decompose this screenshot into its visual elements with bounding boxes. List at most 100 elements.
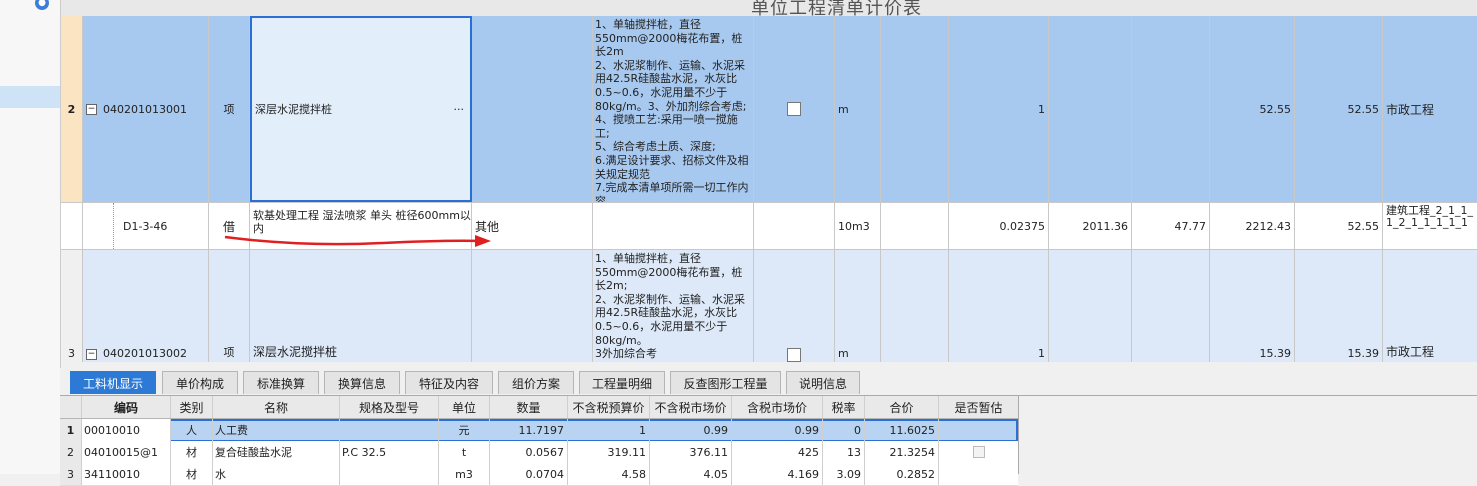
total-cell[interactable]: 0.2852 bbox=[865, 463, 939, 485]
code-cell[interactable]: D1-3-46 bbox=[83, 203, 209, 249]
expr-cell[interactable] bbox=[881, 250, 949, 362]
taxed-market-price-cell[interactable]: 4.169 bbox=[732, 463, 823, 485]
category-cell[interactable]: 市政工程 bbox=[1383, 16, 1477, 202]
row-number[interactable]: 2 bbox=[60, 441, 82, 463]
code-cell[interactable]: 04010015@1 bbox=[82, 441, 171, 463]
code-cell[interactable]: 00010010 bbox=[82, 419, 171, 441]
more-icon[interactable]: ··· bbox=[454, 103, 465, 116]
tax-rate-cell[interactable]: 13 bbox=[823, 441, 865, 463]
table-row[interactable]: 3 34110010 材 水 m3 0.0704 4.58 4.05 4.169… bbox=[60, 463, 1018, 486]
header-taxed-market-price[interactable]: 含税市场价 bbox=[732, 396, 823, 418]
type-cell[interactable]: 项 bbox=[209, 250, 250, 362]
table-row[interactable]: 2 − 040201013001 项 深层水泥搅拌桩 ··· 1、单轴搅拌桩，直… bbox=[61, 16, 1477, 203]
pretax-budget-price-cell[interactable]: 1 bbox=[568, 419, 650, 441]
unit-cell[interactable]: t bbox=[439, 441, 490, 463]
header-unit[interactable]: 单位 bbox=[439, 396, 490, 418]
table-row[interactable]: 2 04010015@1 材 复合硅酸盐水泥 P.C 32.5 t 0.0567… bbox=[60, 441, 1018, 464]
header-pretax-market-price[interactable]: 不含税市场价 bbox=[650, 396, 732, 418]
tab-conversion-info[interactable]: 换算信息 bbox=[324, 371, 400, 394]
unit-cell[interactable]: 10m3 bbox=[835, 203, 881, 249]
category-cell[interactable]: 材 bbox=[171, 441, 213, 463]
description-cell[interactable]: 1、单轴搅拌桩，直径550mm@2000梅花布置，桩长2m; 2、水泥浆制作、运… bbox=[593, 250, 754, 362]
unit-price-cell[interactable]: 15.39 bbox=[1210, 250, 1295, 362]
spec-cell[interactable] bbox=[340, 419, 439, 441]
type-cell[interactable]: 项 bbox=[209, 16, 250, 202]
provisional-checkbox[interactable] bbox=[972, 446, 985, 458]
price-a-cell[interactable]: 2011.36 bbox=[1049, 203, 1132, 249]
header-quantity[interactable]: 数量 bbox=[490, 396, 568, 418]
info-icon[interactable]: ● bbox=[35, 0, 49, 10]
category-cell[interactable]: 材 bbox=[171, 463, 213, 485]
row-number[interactable] bbox=[61, 203, 83, 249]
code-cell[interactable]: 34110010 bbox=[82, 463, 171, 485]
tab-standard-conversion[interactable]: 标准换算 bbox=[243, 371, 319, 394]
checkbox[interactable] bbox=[787, 348, 801, 362]
checkbox[interactable] bbox=[787, 102, 801, 116]
taxed-market-price-cell[interactable]: 0.99 bbox=[732, 419, 823, 441]
code-cell[interactable]: − 040201013002 bbox=[83, 250, 209, 362]
tax-rate-cell[interactable]: 3.09 bbox=[823, 463, 865, 485]
header-total[interactable]: 合价 bbox=[865, 396, 939, 418]
tab-reverse-graphic-quantity[interactable]: 反查图形工程量 bbox=[670, 371, 781, 394]
expr-cell[interactable] bbox=[881, 203, 949, 249]
collapse-icon[interactable]: − bbox=[86, 349, 97, 360]
pretax-budget-price-cell[interactable]: 319.11 bbox=[568, 441, 650, 463]
pretax-budget-price-cell[interactable]: 4.58 bbox=[568, 463, 650, 485]
total-cell[interactable]: 15.39 bbox=[1295, 250, 1383, 362]
name-cell[interactable]: 深层水泥搅拌桩 ··· bbox=[250, 16, 472, 202]
description-cell[interactable] bbox=[593, 203, 754, 249]
header-tax-rate[interactable]: 税率 bbox=[823, 396, 865, 418]
row-number[interactable]: 1 bbox=[60, 419, 82, 441]
quantity-cell[interactable]: 1 bbox=[949, 250, 1049, 362]
name-cell[interactable]: 人工费 bbox=[213, 419, 340, 441]
table-row[interactable]: 3 − 040201013002 项 深层水泥搅拌桩 1、单轴搅拌桩，直径550… bbox=[61, 250, 1477, 362]
description-cell[interactable]: 1、单轴搅拌桩，直径550mm@2000梅花布置，桩长2m 2、水泥浆制作、运输… bbox=[593, 16, 754, 202]
price-b-cell[interactable] bbox=[1132, 16, 1210, 202]
header-spec[interactable]: 规格及型号 bbox=[340, 396, 439, 418]
tax-rate-cell[interactable]: 0 bbox=[823, 419, 865, 441]
header-pretax-budget-price[interactable]: 不含税预算价 bbox=[568, 396, 650, 418]
taxed-market-price-cell[interactable]: 425 bbox=[732, 441, 823, 463]
code-cell[interactable]: − 040201013001 bbox=[83, 16, 209, 202]
spec-cell[interactable] bbox=[340, 463, 439, 485]
category-cell[interactable]: 建筑工程_2_1_1_1_2_1_1_1_1_1 bbox=[1383, 203, 1477, 249]
unit-price-cell[interactable]: 2212.43 bbox=[1210, 203, 1295, 249]
expr-cell[interactable] bbox=[881, 16, 949, 202]
unit-price-cell[interactable]: 52.55 bbox=[1210, 16, 1295, 202]
header-name[interactable]: 名称 bbox=[213, 396, 340, 418]
name-cell[interactable]: 深层水泥搅拌桩 bbox=[250, 250, 472, 362]
row-number[interactable]: 2 bbox=[61, 16, 83, 202]
tab-unit-price-composition[interactable]: 单价构成 bbox=[162, 371, 238, 394]
pretax-market-price-cell[interactable]: 376.11 bbox=[650, 441, 732, 463]
header-category[interactable]: 类别 bbox=[171, 396, 213, 418]
tab-description-info[interactable]: 说明信息 bbox=[786, 371, 860, 394]
spec-cell[interactable]: P.C 32.5 bbox=[340, 441, 439, 463]
quantity-cell[interactable]: 1 bbox=[949, 16, 1049, 202]
tab-labor-material[interactable]: 工料机显示 bbox=[70, 371, 156, 394]
unit-cell[interactable]: m3 bbox=[439, 463, 490, 485]
pretax-market-price-cell[interactable]: 4.05 bbox=[650, 463, 732, 485]
category-cell[interactable]: 人 bbox=[171, 419, 213, 441]
quantity-cell[interactable]: 11.7197 bbox=[490, 419, 568, 441]
quantity-cell[interactable]: 0.0704 bbox=[490, 463, 568, 485]
total-cell[interactable]: 21.3254 bbox=[865, 441, 939, 463]
row-number[interactable]: 3 bbox=[61, 250, 83, 362]
tab-quantity-detail[interactable]: 工程量明细 bbox=[579, 371, 665, 394]
tab-features-content[interactable]: 特征及内容 bbox=[405, 371, 493, 394]
collapse-icon[interactable]: − bbox=[86, 103, 97, 115]
unit-cell[interactable]: m bbox=[835, 250, 881, 362]
quantity-cell[interactable]: 0.0567 bbox=[490, 441, 568, 463]
unit-cell[interactable]: 元 bbox=[439, 419, 490, 441]
unit-cell[interactable]: m bbox=[835, 16, 881, 202]
spec-cell[interactable] bbox=[472, 250, 593, 362]
total-cell[interactable]: 11.6025 bbox=[865, 419, 939, 441]
price-b-cell[interactable] bbox=[1132, 250, 1210, 362]
total-cell[interactable]: 52.55 bbox=[1295, 203, 1383, 249]
price-a-cell[interactable] bbox=[1049, 16, 1132, 202]
quantity-cell[interactable]: 0.02375 bbox=[949, 203, 1049, 249]
table-row[interactable]: 1 00010010 人 人工费 元 11.7197 1 0.99 0.99 0… bbox=[60, 419, 1018, 442]
category-cell[interactable]: 市政工程 bbox=[1383, 250, 1477, 362]
header-code[interactable]: 编码 bbox=[82, 396, 171, 418]
row-number[interactable]: 3 bbox=[60, 463, 82, 485]
tab-pricing-scheme[interactable]: 组价方案 bbox=[498, 371, 574, 394]
